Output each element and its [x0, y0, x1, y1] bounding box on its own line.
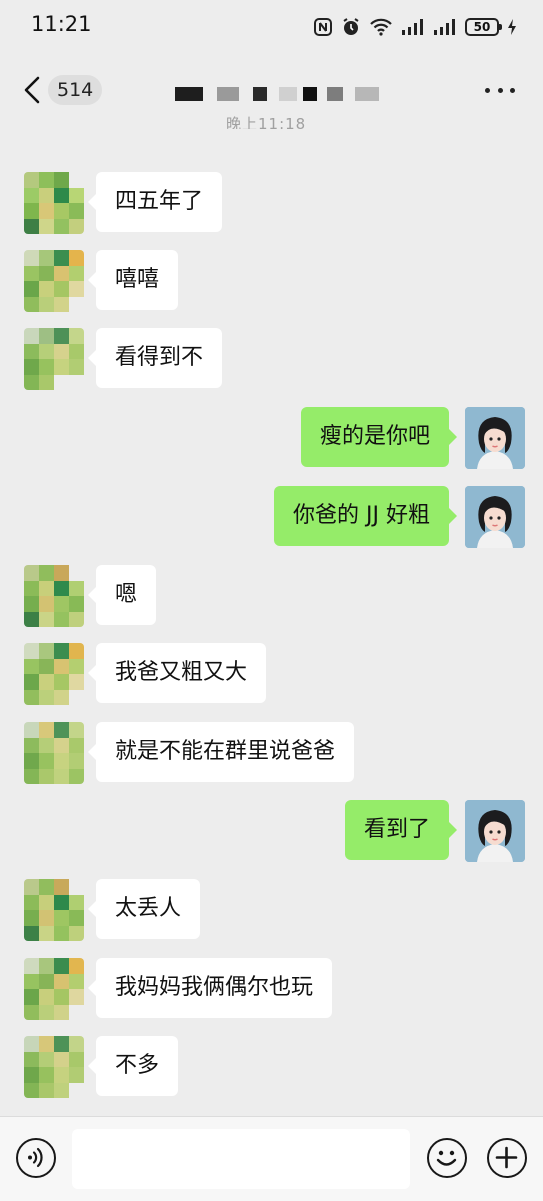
message-row: 不多 [0, 1036, 543, 1100]
message-row: 你爸的 JJ 好粗 [0, 486, 543, 550]
status-time: 11:21 [31, 12, 92, 36]
message-bubble[interactable]: 看到了 [344, 800, 458, 860]
timestamp: 晚上11:18 [226, 115, 307, 129]
message-bubble[interactable]: 嘻嘻 [87, 250, 179, 310]
charging-icon [507, 18, 517, 36]
unread-count-badge[interactable]: 514 [48, 75, 103, 105]
message-row: 看到了 [0, 800, 543, 864]
message-row: 我妈妈我俩偶尔也玩 [0, 958, 543, 1022]
message-row: 看得到不 [0, 328, 543, 392]
signal-icon [433, 18, 457, 36]
status-bar: 11:21 50 [0, 0, 543, 54]
message-bubble[interactable]: 四五年了 [87, 172, 223, 232]
voice-button[interactable] [16, 1138, 56, 1178]
emoji-button[interactable] [427, 1138, 467, 1178]
emoji-icon [436, 1150, 457, 1166]
message-bubble[interactable]: 我妈妈我俩偶尔也玩 [87, 958, 333, 1018]
alarm-icon [341, 17, 361, 37]
message-bubble[interactable]: 就是不能在群里说爸爸 [87, 722, 355, 782]
battery-icon: 50 [465, 18, 502, 36]
avatar[interactable] [24, 328, 84, 390]
message-row: 瘦的是你吧 [0, 407, 543, 471]
signal-icon [401, 18, 425, 36]
avatar[interactable] [465, 407, 525, 469]
message-bubble[interactable]: 太丢人 [87, 879, 201, 939]
avatar[interactable] [24, 250, 84, 312]
wifi-icon [369, 17, 393, 37]
status-icons: 50 [313, 14, 517, 40]
message-bubble[interactable]: 不多 [87, 1036, 179, 1096]
avatar[interactable] [24, 643, 84, 705]
avatar[interactable] [465, 486, 525, 548]
message-row: 太丢人 [0, 879, 543, 943]
avatar[interactable] [24, 722, 84, 784]
chevron-left-icon [24, 76, 40, 104]
avatar[interactable] [24, 958, 84, 1020]
more-button[interactable] [485, 82, 515, 98]
message-bubble[interactable]: 瘦的是你吧 [300, 407, 458, 467]
message-row: 就是不能在群里说爸爸 [0, 722, 543, 786]
avatar[interactable] [24, 172, 84, 234]
message-bubble[interactable]: 看得到不 [87, 328, 223, 388]
voice-icon [28, 1147, 43, 1168]
message-row: 嘻嘻 [0, 250, 543, 314]
avatar[interactable] [24, 879, 84, 941]
plus-button[interactable] [487, 1138, 527, 1178]
message-bubble[interactable]: 我爸又粗又大 [87, 643, 267, 703]
nfc-icon [313, 17, 333, 37]
message-bubble[interactable]: 你爸的 JJ 好粗 [274, 486, 457, 546]
input-bar [0, 1116, 543, 1201]
avatar[interactable] [465, 800, 525, 862]
message-row: 嗯 [0, 565, 543, 629]
avatar[interactable] [24, 1036, 84, 1098]
back-button[interactable] [20, 74, 46, 106]
avatar[interactable] [24, 565, 84, 627]
message-input[interactable] [72, 1129, 410, 1189]
message-row: 我爸又粗又大 [0, 643, 543, 707]
plus-icon [495, 1146, 518, 1169]
message-row: 四五年了 [0, 172, 543, 236]
message-bubble[interactable]: 嗯 [87, 565, 157, 625]
